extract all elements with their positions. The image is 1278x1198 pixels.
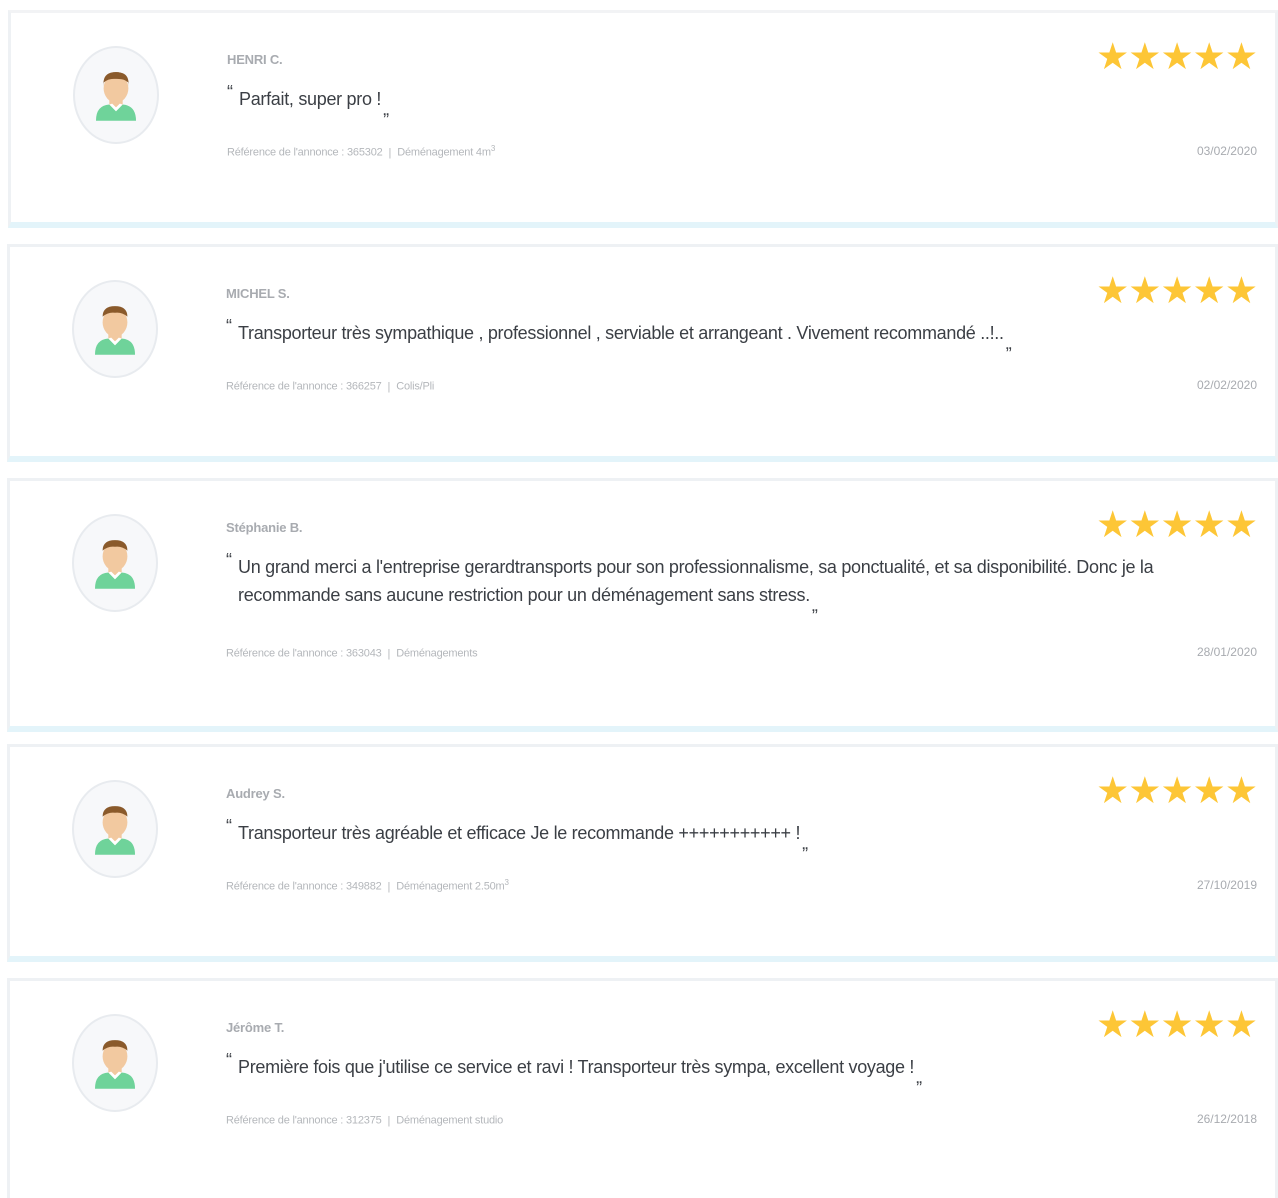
- avatar: [72, 280, 158, 378]
- close-quote-icon: „: [383, 99, 389, 119]
- listing-category: Déménagement studio: [396, 1114, 504, 1127]
- avatar: [72, 1014, 158, 1112]
- reviewer-name: Stéphanie B.: [226, 520, 303, 535]
- close-quote-icon: „: [802, 833, 808, 853]
- reviewer-name: Audrey S.: [226, 786, 285, 801]
- review-date: 03/02/2020: [1196, 144, 1257, 158]
- review-comment: “ Transporteur très sympathique , profess…: [226, 316, 1186, 353]
- meta-separator: |: [387, 880, 391, 893]
- open-quote-icon: “: [227, 82, 233, 102]
- listing-category: Déménagement 4m: [397, 146, 491, 159]
- avatar: [72, 780, 158, 878]
- close-quote-icon: „: [916, 1067, 922, 1087]
- review-card: Stéphanie B. “ Un grand merci a l'entrepr…: [7, 478, 1278, 732]
- meta-separator: |: [388, 146, 392, 159]
- review-meta: Référence de l'annonce : 349882 | Déménage…: [226, 878, 509, 893]
- listing-category: Déménagements: [396, 647, 478, 660]
- open-quote-icon: “: [226, 816, 232, 836]
- reviewer-name: Jérôme T.: [226, 1020, 285, 1035]
- listing-category: Colis/Pli: [396, 380, 435, 393]
- category-superscript: 3: [504, 878, 509, 887]
- review-text: Un grand merci a l'entreprise gerardtran…: [238, 557, 1154, 605]
- listing-category: Déménagement 2.50m: [396, 880, 505, 893]
- open-quote-icon: “: [226, 550, 232, 570]
- review-meta: Référence de l'annonce : 312375 | Déménage…: [226, 1112, 503, 1127]
- user-avatar-icon: [94, 806, 136, 855]
- category-superscript: 3: [490, 144, 496, 153]
- star-rating-icon: ★★★★★: [1096, 270, 1258, 311]
- review-date: 26/12/2018: [1196, 1112, 1257, 1126]
- review-text: Première fois que j'utilise ce service e…: [238, 1057, 915, 1077]
- close-quote-icon: „: [1005, 333, 1012, 353]
- reviewer-name: MICHEL S.: [226, 286, 290, 301]
- star-rating-icon: ★★★★★: [1096, 1004, 1258, 1045]
- avatar: [72, 514, 158, 612]
- star-rating-icon: ★★★★★: [1096, 36, 1258, 77]
- user-avatar-icon: [94, 1040, 136, 1089]
- avatar: [73, 46, 159, 144]
- listing-reference: Référence de l'annonce : 363043: [226, 647, 382, 660]
- listing-reference: Référence de l'annonce : 349882: [226, 880, 382, 893]
- close-quote-icon: „: [811, 595, 818, 615]
- meta-separator: |: [387, 1114, 391, 1127]
- star-rating-icon: ★★★★★: [1096, 770, 1258, 811]
- review-comment: “ Première fois que j'utilise ce service …: [226, 1050, 1186, 1087]
- review-comment: “ Un grand merci a l'entreprise gerardtra…: [226, 550, 1186, 615]
- review-meta: Référence de l'annonce : 366257 | Colis/Pl…: [226, 378, 434, 393]
- review-text: Parfait, super pro !: [239, 89, 382, 109]
- user-avatar-icon: [94, 540, 136, 589]
- reviews-list: HENRI C. “Parfait, super pro ! „ Référenc…: [0, 0, 1278, 1198]
- review-card: HENRI C. “ Parfait, super pro ! „ Référenc…: [8, 10, 1278, 228]
- user-avatar-icon: [95, 72, 137, 121]
- reviewer-name: HENRI C.: [227, 52, 283, 67]
- listing-reference: Référence de l'annonce : 366257: [226, 380, 382, 393]
- review-text: Transporteur très agréable et efficace J…: [238, 823, 801, 843]
- review-date: 02/02/2020: [1196, 378, 1257, 392]
- star-rating-icon: ★★★★★: [1096, 504, 1258, 545]
- review-meta: Référence de l'annonce : 365302 | Déménage…: [227, 144, 495, 159]
- meta-separator: |: [387, 647, 391, 660]
- review-meta: Référence de l'annonce : 363043 | Déménage…: [226, 645, 478, 660]
- review-card: Audrey S. “ Transporteur très agréable et…: [7, 744, 1278, 962]
- review-comment: “ Transporteur très agréable et efficace …: [226, 816, 1186, 853]
- review-card: MICHEL S. “ Transporteur très sympathique…: [7, 244, 1278, 462]
- review-comment: “ Parfait, super pro ! „: [227, 82, 1187, 119]
- listing-reference: Référence de l'annonce : 365302: [227, 146, 383, 159]
- user-avatar-icon: [94, 306, 136, 355]
- open-quote-icon: “: [226, 1050, 232, 1070]
- review-text: Transporteur très sympathique , professi…: [238, 323, 1004, 343]
- review-date: 27/10/2019: [1196, 878, 1257, 892]
- review-card: Jérôme T. “ Première fois que j'utilise c…: [7, 978, 1278, 1198]
- review-date: 28/01/2020: [1196, 645, 1257, 659]
- meta-separator: |: [387, 380, 391, 393]
- listing-reference: Référence de l'annonce : 312375: [226, 1114, 382, 1127]
- open-quote-icon: “: [226, 316, 232, 336]
